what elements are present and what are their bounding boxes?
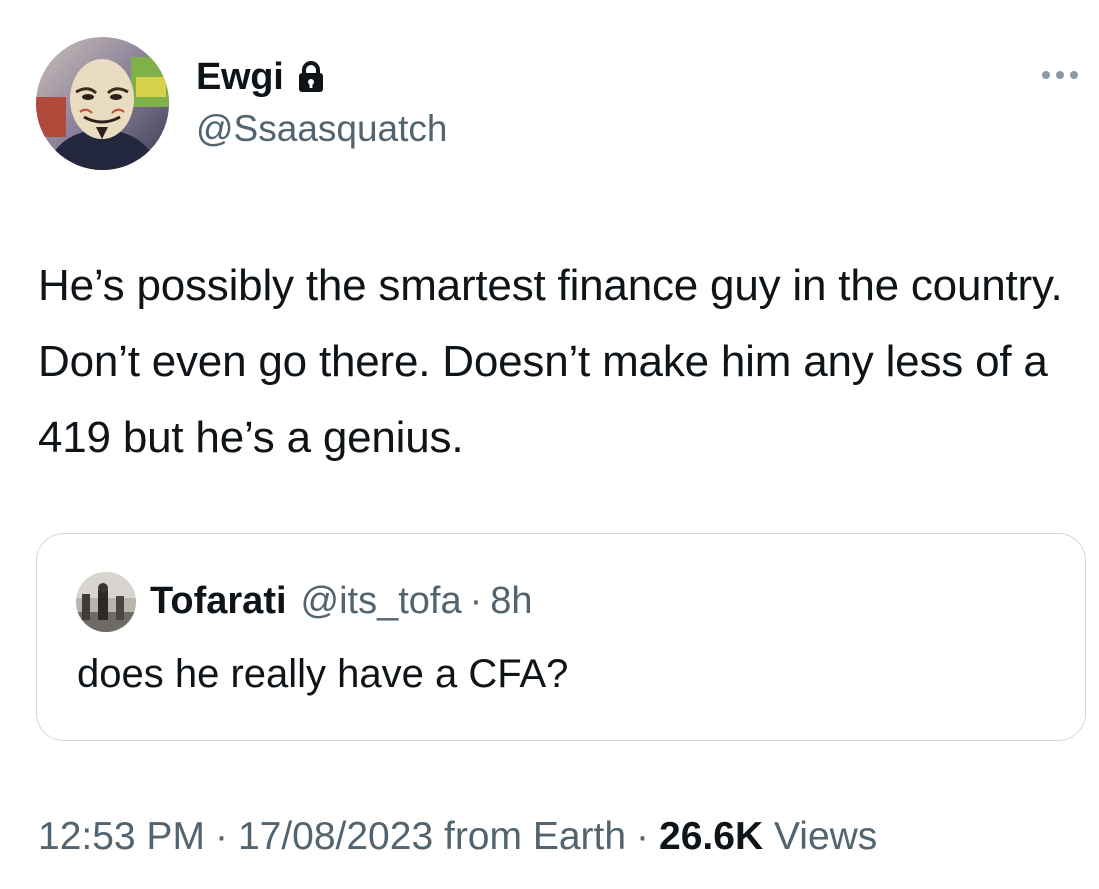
tweet-source: from Earth	[443, 815, 627, 858]
quote-header: Tofarati @its_tofa · 8h	[150, 580, 533, 623]
mask-avatar-icon	[36, 37, 169, 170]
tweet-date[interactable]: 17/08/2023	[238, 815, 433, 858]
author-display-name[interactable]: Ewgi	[196, 56, 284, 99]
photo-avatar-icon	[76, 572, 136, 632]
quote-timestamp[interactable]: 8h	[490, 580, 532, 623]
meta-separator: ·	[214, 815, 228, 858]
tweet-text: He’s possibly the smartest finance guy i…	[38, 261, 1075, 462]
quote-author-avatar[interactable]	[76, 572, 136, 632]
more-horizontal-icon	[1042, 71, 1078, 79]
quote-text: does he really have a CFA?	[77, 652, 569, 696]
author-handle[interactable]: @Ssaasquatch	[196, 108, 447, 150]
author-avatar[interactable]	[36, 37, 169, 170]
lock-icon	[297, 60, 325, 94]
tweet-meta: 12:53 PM · 17/08/2023 from Earth · 26.6K Vie…	[38, 815, 877, 859]
quote-handle[interactable]: @its_tofa	[301, 580, 462, 623]
meta-separator-2: ·	[636, 815, 650, 858]
more-button[interactable]	[1030, 60, 1090, 90]
tweet: Ewgi @Ssaasquatch He’s possibly the smar…	[0, 0, 1099, 889]
tweet-time[interactable]: 12:53 PM	[38, 815, 205, 858]
views-label: Views	[773, 815, 878, 858]
quoted-tweet-card[interactable]: Tofarati @its_tofa · 8h does he really h…	[36, 533, 1086, 741]
quote-display-name[interactable]: Tofarati	[150, 580, 287, 623]
quote-separator: ·	[469, 580, 483, 622]
views-count: 26.6K	[659, 815, 764, 858]
author-name-row: Ewgi	[196, 55, 325, 99]
